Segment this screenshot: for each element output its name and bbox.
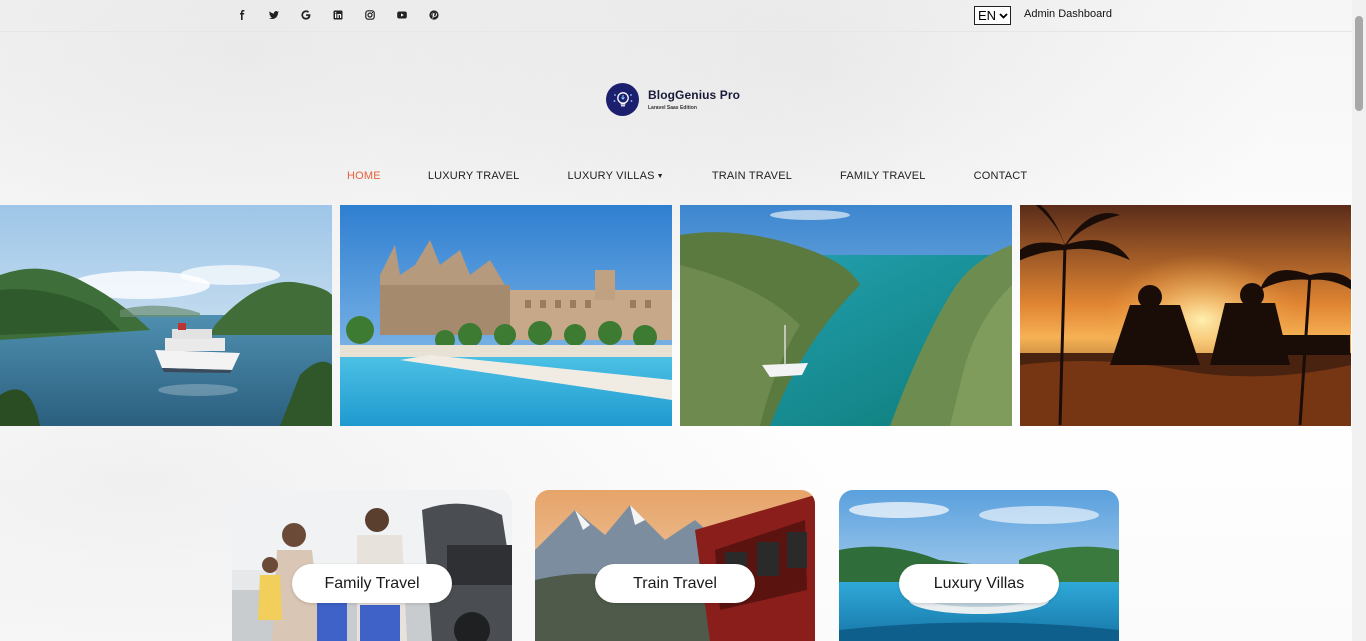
page-scrollbar[interactable] <box>1352 0 1366 641</box>
hero-image-cruise[interactable] <box>0 205 332 426</box>
instagram-icon[interactable] <box>354 6 386 24</box>
top-bar: EN Admin Dashboard <box>0 0 1352 32</box>
lightbulb-icon <box>606 83 639 116</box>
nav-item-home[interactable]: HOME <box>347 170 381 182</box>
category-label: Family Travel <box>292 564 452 603</box>
nav-item-luxury-travel[interactable]: LUXURY TRAVEL <box>428 170 520 182</box>
nav-item-luxury-villas-label: LUXURY VILLAS <box>567 170 655 182</box>
category-label: Luxury Villas <box>899 564 1059 603</box>
facebook-icon[interactable] <box>226 6 258 24</box>
language-value: EN <box>978 8 997 23</box>
nav-item-train-travel[interactable]: TRAIN TRAVEL <box>712 170 792 182</box>
main-nav: HOME LUXURY TRAVEL LUXURY VILLAS ▼ TRAIN … <box>347 170 1027 182</box>
social-links <box>226 6 450 24</box>
nav-item-family-travel[interactable]: FAMILY TRAVEL <box>840 170 926 182</box>
category-card-train-travel[interactable]: Train Travel <box>535 490 815 641</box>
caret-down-icon: ▼ <box>656 173 664 180</box>
pinterest-icon[interactable] <box>418 6 450 24</box>
scrollbar-thumb[interactable] <box>1355 16 1363 111</box>
category-card-luxury-villas[interactable]: Luxury Villas <box>839 490 1119 641</box>
site-logo[interactable]: BlogGenius Pro Laravel Saas Edition <box>606 83 740 116</box>
category-card-family-travel[interactable]: Family Travel <box>232 490 512 641</box>
linkedin-icon[interactable] <box>322 6 354 24</box>
logo-tagline: Laravel Saas Edition <box>648 105 697 111</box>
hero-image-sunset[interactable] <box>1020 205 1351 426</box>
logo-name: BlogGenius Pro <box>648 88 741 102</box>
language-select[interactable]: EN <box>974 6 1011 25</box>
hero-gallery <box>0 205 1351 426</box>
hero-image-cathedral[interactable] <box>340 205 672 426</box>
google-icon[interactable] <box>290 6 322 24</box>
twitter-icon[interactable] <box>258 6 290 24</box>
admin-dashboard-link[interactable]: Admin Dashboard <box>1024 8 1112 20</box>
nav-item-luxury-villas[interactable]: LUXURY VILLAS ▼ <box>567 170 663 182</box>
nav-item-contact[interactable]: CONTACT <box>974 170 1028 182</box>
hero-image-cove[interactable] <box>680 205 1012 426</box>
chevron-down-icon <box>999 11 1008 21</box>
youtube-icon[interactable] <box>386 6 418 24</box>
category-label: Train Travel <box>595 564 755 603</box>
